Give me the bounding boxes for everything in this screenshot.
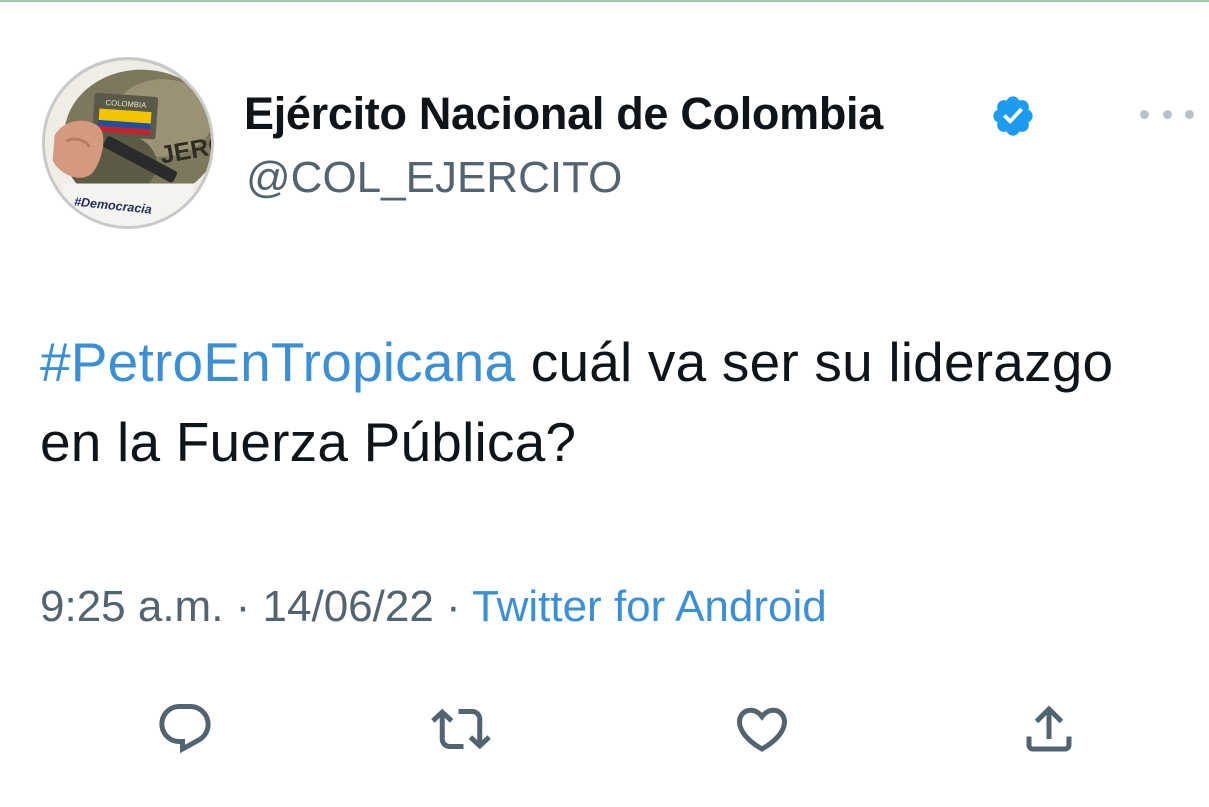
hashtag-link[interactable]: #PetroEnTropicana (40, 331, 515, 393)
more-options-button[interactable] (1140, 102, 1194, 126)
author-name[interactable]: Ejército Nacional de Colombia (244, 88, 883, 140)
tweet-date[interactable]: 14/06/22 (263, 582, 434, 631)
share-button[interactable] (1016, 696, 1082, 762)
more-dot-icon (1140, 109, 1149, 119)
retweet-button[interactable] (428, 696, 494, 762)
like-button[interactable] (729, 696, 795, 762)
meta-separator: · (223, 582, 263, 631)
reply-button[interactable] (152, 696, 218, 762)
reply-icon (159, 704, 211, 754)
more-dot-icon (1162, 109, 1172, 119)
share-icon (1026, 705, 1072, 752)
author-handle[interactable]: @COL_EJERCITO (246, 153, 622, 203)
tweet-card[interactable]: COLOMBIA JERCIT #Democracia Ejército Nac… (0, 0, 1209, 807)
tweet-meta: 9:25 a.m. · 14/06/22 · Twitter for Andro… (40, 582, 827, 632)
tweet-time[interactable]: 9:25 a.m. (40, 582, 223, 631)
retweet-icon (431, 708, 491, 750)
avatar-image: COLOMBIA JERCIT #Democracia (45, 60, 211, 226)
avatar[interactable]: COLOMBIA JERCIT #Democracia (42, 57, 214, 229)
tweet-text: #PetroEnTropicana cuál va ser su lideraz… (40, 322, 1170, 482)
meta-separator: · (433, 582, 473, 631)
tweet-source-link[interactable]: Twitter for Android (472, 582, 827, 631)
verified-badge-icon (993, 96, 1033, 136)
like-icon (736, 707, 788, 752)
more-dot-icon (1185, 109, 1194, 119)
